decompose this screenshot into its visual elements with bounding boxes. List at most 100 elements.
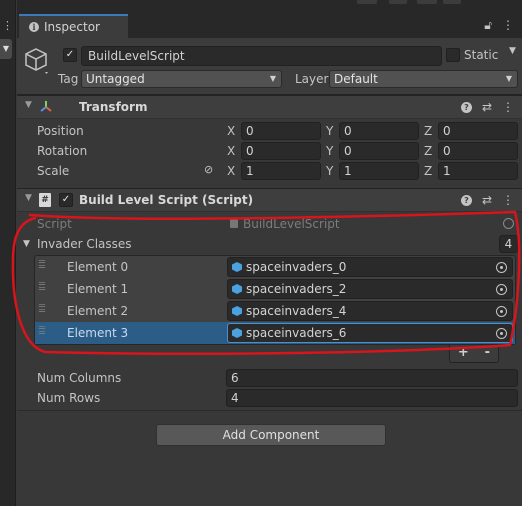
prefab-icon (232, 328, 242, 338)
num-columns-label: Num Columns (37, 371, 122, 385)
transform-title: Transform (79, 100, 148, 114)
rotation-x-field[interactable]: 0 (241, 142, 321, 160)
script-field-value: BuildLevelScript (243, 217, 340, 231)
object-field[interactable]: spaceinvaders_0 (227, 257, 513, 277)
tag-dropdown[interactable]: Untagged ▼ (81, 70, 282, 88)
tab-stub (357, 0, 377, 4)
tab-stub (443, 0, 461, 4)
object-field[interactable]: spaceinvaders_4 (227, 301, 513, 321)
axis-z-label[interactable]: Z (424, 164, 432, 178)
tag-value: Untagged (86, 72, 145, 86)
foldout-arrow-icon[interactable]: ▼ (23, 239, 30, 249)
drag-handle-icon[interactable]: ═ ═ (39, 280, 49, 295)
script-file-icon (230, 218, 238, 228)
static-label: Static (464, 48, 499, 62)
inspector-panel: ✓ BuildLevelScript Static ▼ Tag Untagged… (17, 38, 522, 506)
list-size-field[interactable]: 4 (499, 235, 518, 253)
position-z-field[interactable]: 0 (438, 122, 518, 140)
prefab-icon (232, 284, 242, 294)
lock-icon[interactable]: 🔓︎ (484, 18, 492, 33)
chevron-down-icon: ▼ (505, 74, 512, 83)
element-label: Element 3 (67, 326, 129, 340)
constrain-proportions-icon[interactable]: ⊘ (204, 163, 213, 176)
tag-label: Tag (58, 72, 79, 86)
axis-y-label[interactable]: Y (326, 144, 333, 158)
list-item[interactable]: ═ ═ Element 1 spaceinvaders_2 (35, 278, 515, 300)
transform-header[interactable]: ▼ Transform ? ⇄ ⋮ (17, 95, 522, 119)
kebab-menu-icon[interactable]: ⋮ (502, 101, 514, 113)
list-item[interactable]: ═ ═ Element 2 spaceinvaders_4 (35, 300, 515, 322)
kebab-icon[interactable]: ⋮ (2, 19, 13, 32)
num-columns-field[interactable]: 6 (226, 369, 518, 387)
layer-value: Default (334, 72, 378, 86)
tab-stub (389, 0, 407, 4)
scale-z-field[interactable]: 1 (438, 162, 518, 180)
script-component-title: Build Level Script (Script) (79, 193, 254, 207)
object-field-value: spaceinvaders_0 (246, 260, 347, 274)
rotation-y-field[interactable]: 0 (339, 142, 419, 160)
info-icon: i (29, 22, 39, 32)
component-enabled-checkbox[interactable]: ✓ (59, 193, 73, 207)
rotation-label: Rotation (37, 144, 88, 158)
position-x-field[interactable]: 0 (241, 122, 321, 140)
gameobject-header: ✓ BuildLevelScript Static ▼ Tag Untagged… (17, 38, 522, 95)
scale-y-field[interactable]: 1 (339, 162, 419, 180)
element-label: Element 2 (67, 304, 129, 318)
axis-x-label[interactable]: X (227, 164, 235, 178)
foldout-arrow-icon[interactable]: ▼ (25, 193, 32, 203)
help-icon[interactable]: ? (460, 101, 472, 113)
gameobject-name-field[interactable]: BuildLevelScript (81, 46, 442, 66)
static-checkbox[interactable] (446, 48, 460, 62)
list-item-selected[interactable]: ═ ═ Element 3 spaceinvaders_6 (35, 322, 515, 344)
object-field-value: spaceinvaders_6 (246, 326, 347, 340)
axis-z-label[interactable]: Z (424, 124, 432, 138)
kebab-menu-icon[interactable]: ⋮ (502, 18, 514, 33)
axis-z-label[interactable]: Z (424, 144, 432, 158)
object-field-value: spaceinvaders_2 (246, 282, 347, 296)
rotation-z-field[interactable]: 0 (438, 142, 518, 160)
gameobject-cube-icon[interactable] (23, 47, 51, 75)
drag-handle-icon[interactable]: ═ ═ (39, 302, 49, 317)
adjacent-panel-edge: ⋮ ▼ (0, 0, 16, 506)
layer-dropdown[interactable]: Default ▼ (329, 70, 518, 88)
object-field[interactable]: spaceinvaders_6 (227, 323, 513, 343)
object-picker-icon[interactable] (496, 284, 507, 295)
static-dropdown-icon[interactable]: ▼ (509, 46, 516, 56)
axis-x-label[interactable]: X (227, 124, 235, 138)
build-level-script-header[interactable]: ▼ # ✓ Build Level Script (Script) ? ⇄ ⋮ (17, 188, 522, 212)
list-add-remove-footer: + - (449, 345, 499, 363)
object-field[interactable]: spaceinvaders_2 (227, 279, 513, 299)
axis-y-label[interactable]: Y (326, 124, 333, 138)
help-icon[interactable]: ? (460, 194, 472, 206)
dropdown-arrow-icon[interactable]: ▼ (0, 39, 12, 59)
script-label: Script (37, 217, 72, 231)
kebab-menu-icon[interactable]: ⋮ (502, 194, 514, 206)
invader-classes-label[interactable]: Invader Classes (37, 237, 132, 251)
list-item[interactable]: ═ ═ Element 0 spaceinvaders_0 (35, 256, 515, 278)
tab-inspector[interactable]: i Inspector (19, 14, 128, 38)
presets-icon[interactable]: ⇄ (482, 101, 492, 113)
add-element-button[interactable]: + (458, 345, 469, 362)
foldout-arrow-icon[interactable]: ▼ (25, 100, 32, 110)
object-picker-icon[interactable] (496, 262, 507, 273)
position-label: Position (37, 124, 84, 138)
tab-stub (417, 0, 437, 4)
num-rows-field[interactable]: 4 (226, 389, 518, 407)
presets-icon[interactable]: ⇄ (482, 194, 492, 206)
scale-x-field[interactable]: 1 (241, 162, 321, 180)
remove-element-button[interactable]: - (485, 345, 490, 362)
element-label: Element 0 (67, 260, 129, 274)
gameobject-active-checkbox[interactable]: ✓ (63, 48, 77, 62)
csharp-script-icon: # (39, 193, 51, 207)
position-y-field[interactable]: 0 (339, 122, 419, 140)
num-rows-label: Num Rows (37, 391, 101, 405)
object-picker-icon[interactable] (496, 306, 507, 317)
drag-handle-icon[interactable]: ═ ═ (39, 258, 49, 273)
axis-y-label[interactable]: Y (326, 164, 333, 178)
drag-handle-icon[interactable]: ═ ═ (39, 324, 49, 339)
divider (17, 410, 522, 411)
axis-x-label[interactable]: X (227, 144, 235, 158)
object-picker-icon[interactable] (496, 328, 507, 339)
add-component-button[interactable]: Add Component (156, 424, 386, 446)
layer-label: Layer (295, 72, 329, 86)
